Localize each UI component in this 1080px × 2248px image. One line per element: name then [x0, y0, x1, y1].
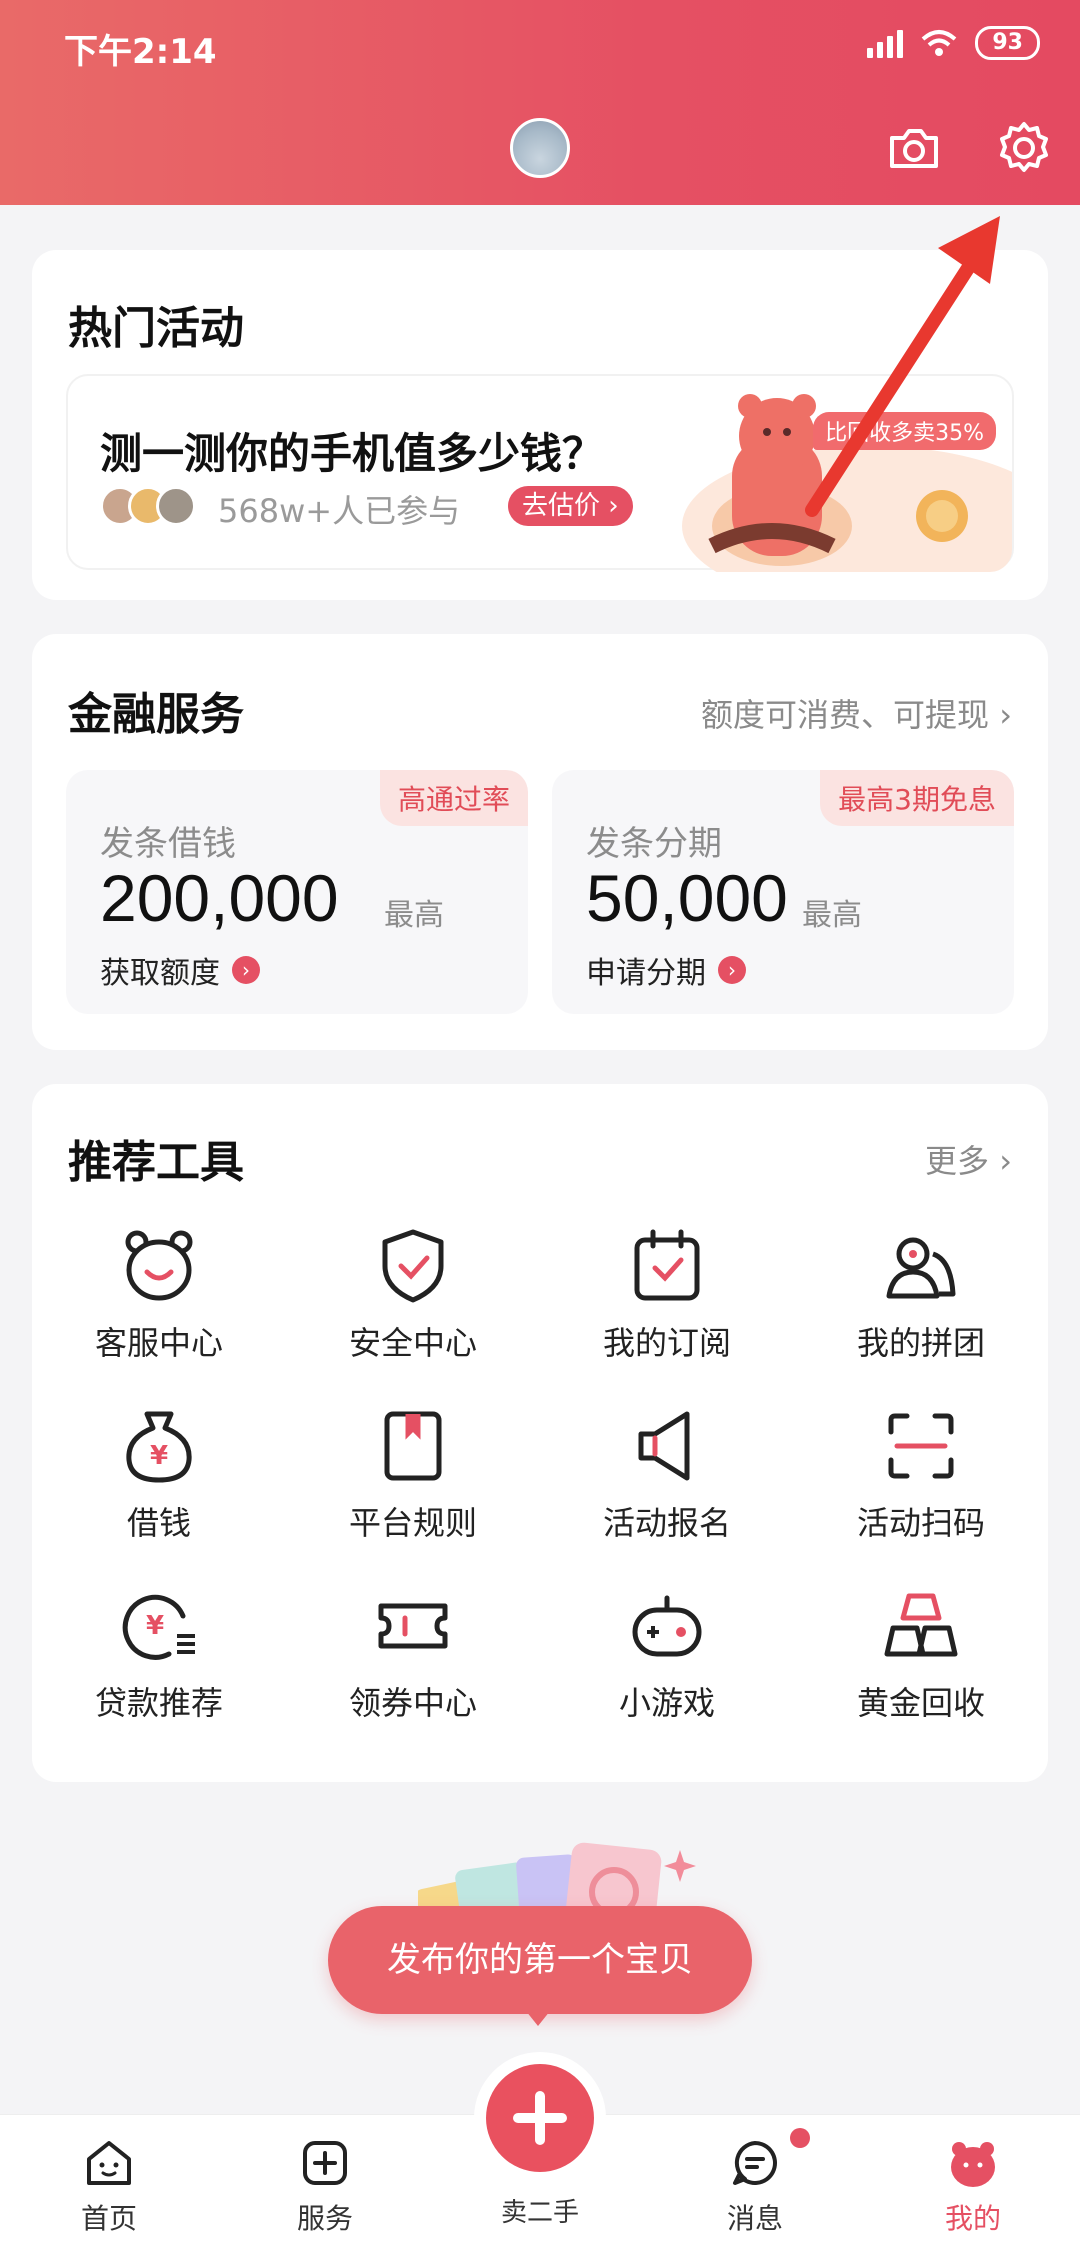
avatar[interactable] [510, 118, 570, 178]
status-icons: 93 [867, 26, 1040, 60]
rulebook-icon [384, 1411, 442, 1481]
hot-activity-title: 热门活动 [68, 303, 244, 354]
participant-count: 568w+人已参与 [218, 492, 461, 530]
promo-tag: 比回收多卖35% [813, 412, 996, 450]
bear-mascot-illustration: 比回收多卖35% [672, 376, 1012, 572]
tool-event-scan[interactable]: 活动扫码 [794, 1404, 1048, 1544]
publish-bubble-tail [522, 2006, 554, 2026]
tool-my-subscriptions[interactable]: 我的订阅 [540, 1224, 794, 1364]
message-badge-dot [790, 2128, 810, 2148]
svg-text:¥: ¥ [146, 1611, 164, 1641]
hot-activity-card: 热门活动 测一测你的手机值多少钱？ 568w+人已参与 去估价 › 比回收多卖3… [32, 250, 1048, 600]
nav-home[interactable]: 首页 [44, 2135, 174, 2237]
plus-icon [513, 2091, 567, 2145]
finance-title: 金融服务 [68, 689, 244, 740]
tool-group-buy[interactable]: 我的拼团 [794, 1224, 1048, 1364]
scan-icon [888, 1413, 954, 1479]
installment-label: 发条分期 [586, 824, 722, 864]
sell-secondhand-button[interactable] [474, 2052, 606, 2184]
loan-label: 发条借钱 [100, 824, 236, 864]
sell-label: 卖二手 [500, 2198, 579, 2228]
apply-installment-link[interactable]: 申请分期 › [586, 948, 746, 992]
bear-face-icon [125, 1230, 193, 1301]
ticket-icon [378, 1603, 448, 1649]
tool-event-signup[interactable]: 活动报名 [540, 1404, 794, 1544]
wifi-icon [922, 30, 957, 56]
tool-borrow-money[interactable]: ¥ 借钱 [32, 1404, 286, 1544]
home-face-icon [87, 2141, 131, 2185]
loan-unit: 最高 [384, 898, 444, 933]
plus-square-icon [303, 2141, 347, 2185]
gamepad-icon [632, 1595, 702, 1657]
installment-badge: 最高3期免息 [820, 770, 1014, 826]
loan-icon: ¥ [122, 1594, 195, 1660]
estimate-button[interactable]: 去估价 › [508, 486, 633, 526]
gear-icon[interactable] [994, 118, 1054, 178]
header-bar: 下午2:14 93 [0, 0, 1080, 205]
bear-avatar-icon [951, 2142, 995, 2187]
finance-card: 金融服务 额度可消费、可提现 › 高通过率 发条借钱 200,000 最高 获取… [32, 634, 1048, 1050]
status-time: 下午2:14 [64, 32, 217, 72]
group-icon [886, 1237, 956, 1299]
finance-more-link[interactable]: 额度可消费、可提现 › [701, 690, 1012, 736]
tools-title: 推荐工具 [68, 1137, 244, 1188]
tool-security-center[interactable]: 安全中心 [286, 1224, 540, 1364]
tool-platform-rules[interactable]: 平台规则 [286, 1404, 540, 1544]
money-bag-icon: ¥ [126, 1411, 192, 1483]
signal-icon [867, 28, 904, 58]
tool-mini-games[interactable]: 小游戏 [540, 1584, 794, 1724]
phone-value-banner[interactable]: 测一测你的手机值多少钱？ 568w+人已参与 去估价 › 比回收多卖35% [66, 374, 1014, 572]
installment-unit: 最高 [802, 898, 862, 933]
arrow-right-icon: › [232, 956, 260, 984]
banner-title: 测一测你的手机值多少钱？ [100, 429, 605, 478]
get-credit-link[interactable]: 获取额度 › [100, 948, 260, 992]
installment-card[interactable]: 最高3期免息 发条分期 50,000 最高 申请分期 › [552, 770, 1014, 1014]
message-icon [733, 2141, 777, 2185]
shield-icon [382, 1229, 444, 1303]
battery-indicator: 93 [975, 26, 1040, 60]
camera-icon[interactable] [884, 118, 944, 178]
calendar-icon [634, 1229, 700, 1301]
tool-coupon-center[interactable]: 领券中心 [286, 1584, 540, 1724]
loan-badge: 高通过率 [379, 770, 528, 826]
tool-gold-recycle[interactable]: 黄金回收 [794, 1584, 1048, 1724]
tools-card: 推荐工具 更多 › 客服中心 安全中心 我的订阅 我的拼团 ¥ 借钱 平台规则 … [32, 1084, 1048, 1782]
tool-customer-service[interactable]: 客服中心 [32, 1224, 286, 1364]
tools-grid: 客服中心 安全中心 我的订阅 我的拼团 ¥ 借钱 平台规则 活动报名 活动扫码 … [32, 1224, 1048, 1724]
installment-amount: 50,000 [586, 861, 788, 935]
gold-bars-icon [884, 1593, 958, 1657]
nav-mine[interactable]: 我的 [908, 2135, 1038, 2237]
nav-service[interactable]: 服务 [260, 2135, 390, 2237]
nav-messages[interactable]: 消息 [690, 2135, 820, 2237]
tool-loan-recommend[interactable]: ¥ 贷款推荐 [32, 1584, 286, 1724]
loan-card[interactable]: 高通过率 发条借钱 200,000 最高 获取额度 › [66, 770, 528, 1014]
loan-amount: 200,000 [100, 861, 339, 935]
arrow-right-icon: › [718, 956, 746, 984]
publish-first-item-button[interactable]: 发布你的第一个宝贝 [328, 1906, 752, 2014]
megaphone-icon [638, 1411, 690, 1481]
tools-more-link[interactable]: 更多 › [925, 1136, 1012, 1182]
svg-text:¥: ¥ [150, 1441, 168, 1471]
participant-avatars [100, 486, 196, 526]
